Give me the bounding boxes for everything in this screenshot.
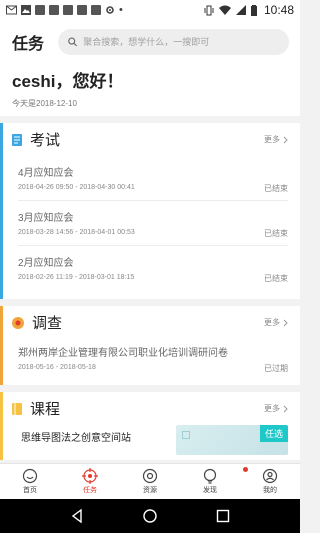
- nav-discover[interactable]: 发现: [180, 464, 248, 499]
- app-notification-icon: [77, 5, 87, 15]
- survey-more-link[interactable]: 更多: [264, 317, 288, 328]
- exam-name: 2月应知应会: [18, 258, 74, 269]
- resource-icon: [142, 468, 158, 484]
- exam-status: 已结束: [264, 184, 288, 193]
- survey-title: 调查: [32, 315, 63, 332]
- exam-time-range: 2018-02-26 11:19 - 2018-03-01 18:15: [18, 274, 135, 281]
- exam-more-link[interactable]: 更多: [264, 134, 288, 145]
- exam-name: 4月应知应会: [18, 168, 74, 179]
- course-name: 思维导图法之创意空间站: [21, 433, 131, 444]
- app-notification-icon: [49, 5, 59, 15]
- exam-list-item[interactable]: 4月应知应会 2018-04-26 09:50 - 2018-04-30 00:…: [0, 156, 300, 201]
- course-more-link[interactable]: 更多: [264, 403, 288, 414]
- greeting-panel: ceshi，您好！ 今天是2018-12-10: [0, 64, 300, 116]
- home-button-icon[interactable]: [143, 509, 157, 523]
- exam-status: 已结束: [264, 229, 288, 238]
- nav-resource[interactable]: 资源: [120, 464, 180, 499]
- exam-time-range: 2018-04-26 09:50 - 2018-04-30 00:41: [18, 184, 135, 191]
- exam-section: 考试 更多 4月应知应会 2018-04-26 09:50 - 2018-04-…: [0, 123, 300, 299]
- app-notification-icon: [63, 5, 73, 15]
- profile-icon: [262, 468, 278, 484]
- nav-label: 发现: [203, 487, 217, 494]
- course-icon: [12, 402, 22, 415]
- today-date: 今天是2018-12-10: [12, 99, 77, 108]
- image-icon: [21, 5, 31, 15]
- exam-header: 考试 更多: [0, 123, 300, 156]
- chevron-right-icon: [283, 319, 288, 326]
- app-notification-icon: [91, 5, 101, 15]
- nav-label: 我的: [263, 487, 277, 494]
- exam-list-item[interactable]: 3月应知应会 2018-03-28 14:56 - 2018-04-01 00:…: [0, 201, 300, 246]
- course-section: 课程 更多 思维导图法之创意空间站 任选: [0, 392, 300, 460]
- discover-icon: [203, 468, 217, 484]
- wifi-icon: [218, 5, 231, 15]
- course-thumbnail: 任选: [176, 425, 288, 455]
- course-title: 课程: [30, 401, 61, 418]
- survey-icon: [12, 316, 24, 329]
- nav-task[interactable]: 任务: [60, 464, 120, 499]
- exam-title: 考试: [30, 132, 61, 149]
- exam-time-range: 2018-03-28 14:56 - 2018-04-01 00:53: [18, 229, 135, 236]
- back-icon[interactable]: [70, 509, 84, 523]
- system-nav-bar: [0, 499, 300, 533]
- survey-time-range: 2018-05-16 - 2018-05-18: [18, 364, 96, 371]
- signal-icon: [235, 5, 246, 15]
- greeting-text: ceshi，您好！: [12, 72, 124, 91]
- status-bar: • 10:48: [0, 0, 300, 20]
- survey-list-item[interactable]: 郑州两岸企业管理有限公司职业化培训调研问卷 2018-05-16 - 2018-…: [0, 339, 300, 384]
- survey-name: 郑州两岸企业管理有限公司职业化培训调研问卷: [18, 348, 228, 359]
- search-icon: [68, 37, 78, 47]
- recents-icon[interactable]: [216, 509, 230, 523]
- course-stripe: [0, 392, 3, 460]
- exam-icon: [12, 133, 22, 146]
- course-header: 课程 更多: [0, 392, 300, 425]
- vibrate-icon: [204, 5, 214, 15]
- chevron-right-icon: [283, 136, 288, 143]
- app-notification-icon: [35, 5, 45, 15]
- course-tag: 任选: [259, 425, 288, 442]
- settings-icon: [106, 6, 114, 14]
- nav-label: 首页: [23, 487, 37, 494]
- more-notifications-icon: •: [119, 4, 123, 16]
- survey-status: 已过期: [264, 364, 288, 373]
- header: 任务: [0, 20, 300, 64]
- home-icon: [22, 468, 38, 484]
- nav-label: 任务: [83, 487, 97, 494]
- notification-icons: •: [6, 4, 204, 16]
- nav-home[interactable]: 首页: [0, 464, 60, 499]
- search-bar[interactable]: [58, 29, 289, 55]
- chevron-right-icon: [283, 405, 288, 412]
- battery-icon: [250, 4, 257, 16]
- exam-list-item[interactable]: 2月应知应会 2018-02-26 11:19 - 2018-03-01 18:…: [0, 246, 300, 291]
- clock: 10:48: [263, 3, 294, 17]
- exam-status: 已结束: [264, 274, 288, 283]
- nav-label: 资源: [143, 487, 157, 494]
- exam-name: 3月应知应会: [18, 213, 74, 224]
- task-icon: [82, 468, 98, 484]
- survey-section: 调查 更多 郑州两岸企业管理有限公司职业化培训调研问卷 2018-05-16 -…: [0, 306, 300, 385]
- page-title: 任务: [12, 36, 45, 53]
- course-list-item[interactable]: 思维导图法之创意空间站 任选: [0, 425, 300, 457]
- email-icon: [6, 5, 17, 15]
- survey-header: 调查 更多: [0, 306, 300, 339]
- thumbnail-decoration: [182, 431, 190, 439]
- search-input[interactable]: [83, 37, 279, 47]
- bottom-nav: 首页 任务 资源 发现 我的: [0, 463, 300, 499]
- nav-profile[interactable]: 我的: [240, 464, 300, 499]
